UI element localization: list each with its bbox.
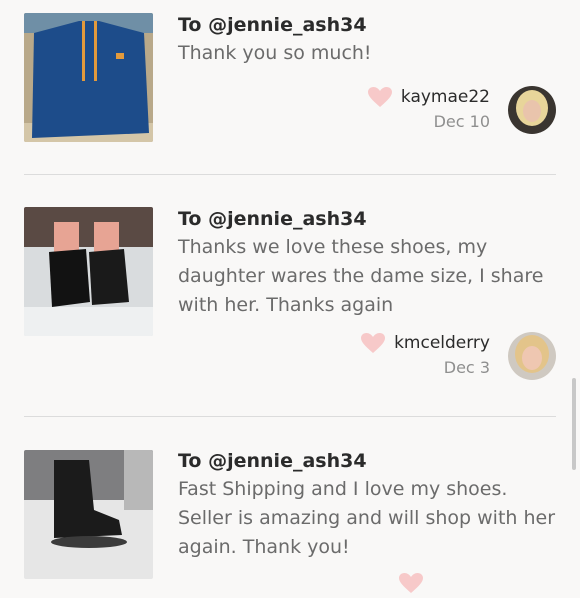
listing-thumbnail[interactable]	[24, 207, 153, 336]
review-message: Fast Shipping and I love my shoes. Selle…	[178, 478, 556, 558]
reviewer-avatar[interactable]	[508, 86, 556, 134]
review-recipient: To @jennie_ash34	[178, 14, 367, 36]
review-date: Dec 10	[433, 112, 490, 131]
listing-thumbnail[interactable]	[24, 450, 153, 579]
scrollbar[interactable]	[572, 378, 576, 470]
heart-icon[interactable]	[398, 572, 424, 598]
reviewer-avatar[interactable]	[508, 332, 556, 380]
divider	[24, 416, 556, 417]
review-meta: kmcelderry Dec 3	[360, 332, 490, 377]
review-recipient: To @jennie_ash34	[178, 208, 367, 230]
reviewer-username[interactable]: kaymae22	[401, 87, 490, 107]
heart-icon[interactable]	[360, 332, 386, 354]
divider	[24, 174, 556, 175]
review-meta: kaymae22 Dec 10	[367, 86, 490, 131]
review-message: Thank you so much!	[178, 42, 372, 64]
listing-thumbnail[interactable]	[24, 13, 153, 142]
reviewer-username[interactable]: kmcelderry	[394, 333, 490, 353]
heart-icon[interactable]	[367, 86, 393, 108]
review-recipient: To @jennie_ash34	[178, 450, 367, 472]
review-message: Thanks we love these shoes, my daughter …	[178, 236, 544, 316]
review-date: Dec 3	[443, 358, 490, 377]
